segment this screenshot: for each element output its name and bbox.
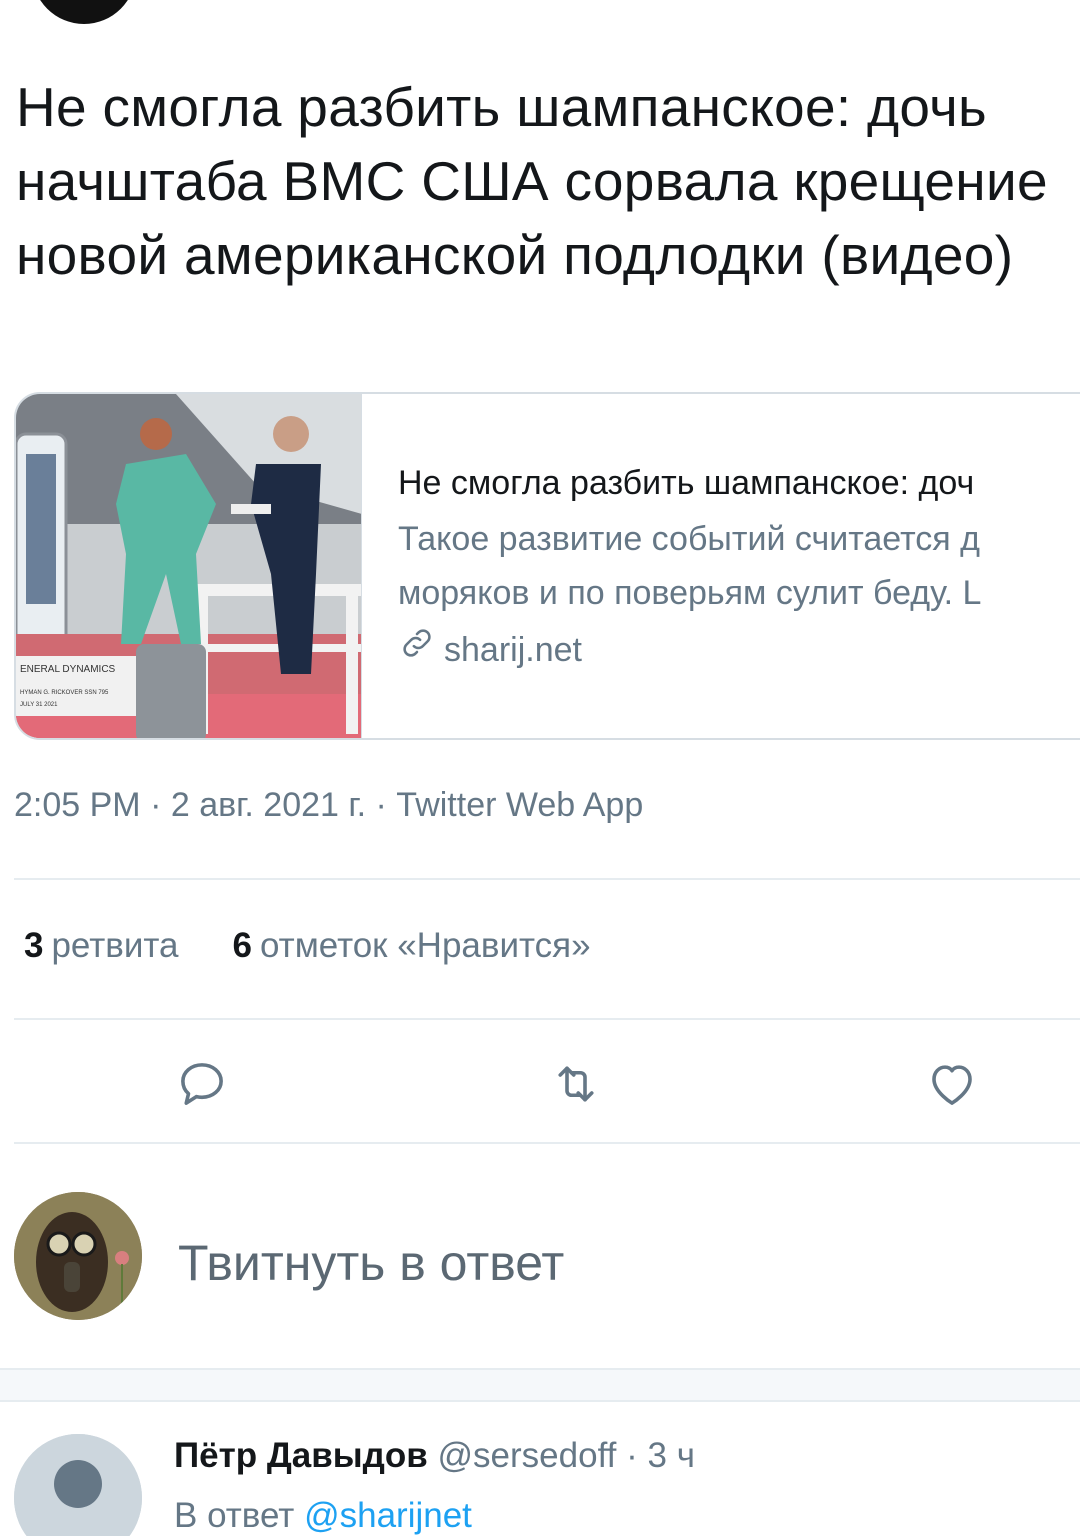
likes-stat[interactable]: 6 отметок «Нравится»: [233, 926, 591, 966]
reply-author-avatar[interactable]: [14, 1434, 142, 1536]
card-domain-text: sharij.net: [444, 631, 582, 669]
likes-label: отметок «Нравится»: [259, 926, 591, 965]
retweets-stat[interactable]: 3 ретвита: [24, 926, 179, 966]
divider: [14, 1142, 1080, 1144]
card-domain: sharij.net: [398, 624, 981, 676]
card-description-line-2: моряков и по поверьям сулит беду. L: [398, 574, 982, 612]
svg-text:HYMAN G. RICKOVER SSN 795: HYMAN G. RICKOVER SSN 795: [20, 690, 109, 696]
tweet-meta: 2:05 PM · 2 авг. 2021 г. · Twitter Web A…: [14, 786, 644, 824]
author-avatar[interactable]: [32, 0, 136, 24]
divider: [14, 1018, 1080, 1020]
tweet-actions: [0, 1054, 1080, 1114]
reply-time: · 3 ч: [626, 1436, 695, 1475]
reply-context: В ответ @sharijnet: [174, 1496, 472, 1536]
divider: [14, 878, 1080, 880]
svg-text:JULY 31 2021: JULY 31 2021: [20, 702, 58, 708]
retweets-label: ретвита: [51, 926, 179, 965]
reply-input[interactable]: Твитнуть в ответ: [178, 1234, 564, 1292]
reply-mention-link[interactable]: @sharijnet: [304, 1496, 472, 1535]
retweet-button[interactable]: [546, 1054, 606, 1114]
section-separator: [0, 1368, 1080, 1402]
reply-header: Пётр Давыдов @sersedoff · 3 ч: [174, 1436, 695, 1476]
heart-icon: [932, 1065, 972, 1105]
reply-prefix: В ответ: [174, 1496, 295, 1535]
card-image: ENERAL DYNAMICS HYMAN G. RICKOVER SSN 79…: [16, 394, 362, 738]
tweet-stats: 3 ретвита 6 отметок «Нравится»: [24, 926, 591, 966]
reply-button[interactable]: [172, 1054, 232, 1114]
link-card[interactable]: ENERAL DYNAMICS HYMAN G. RICKOVER SSN 79…: [14, 392, 1080, 740]
link-icon: [398, 624, 436, 676]
retweets-count: 3: [24, 926, 44, 965]
reply-author-handle[interactable]: @sersedoff: [438, 1436, 617, 1475]
reply-icon: [181, 1063, 223, 1105]
retweet-icon: [558, 1066, 594, 1102]
current-user-avatar[interactable]: [14, 1192, 142, 1320]
tweet-text: Не смогла разбить шампанское: дочь начшт…: [16, 76, 1048, 286]
card-title: Не смогла разбить шампанское: доч: [398, 464, 975, 502]
card-description-line-1: Такое развитие событий считается д: [398, 520, 980, 558]
likes-count: 6: [232, 926, 252, 965]
svg-text:ENERAL DYNAMICS: ENERAL DYNAMICS: [20, 664, 116, 675]
like-button[interactable]: [922, 1054, 982, 1114]
reply-author-name[interactable]: Пётр Давыдов: [174, 1436, 428, 1475]
